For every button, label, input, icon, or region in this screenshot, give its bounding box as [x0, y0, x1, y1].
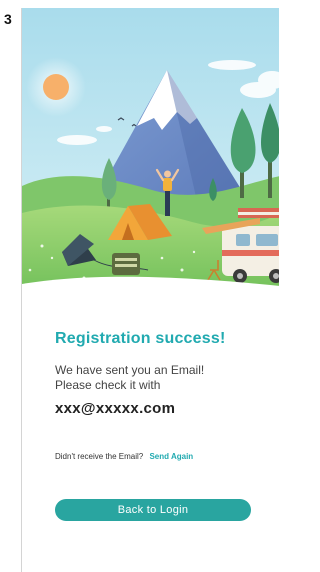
email-address: xxx@xxxxx.com — [55, 400, 176, 417]
success-title: Registration success! — [55, 330, 226, 347]
step-number: 3 — [4, 11, 12, 27]
registration-success-screen: Registration success! We have sent you a… — [21, 8, 279, 572]
resend-row: Didn't receive the Email? Send Again — [55, 452, 193, 461]
message-line-1: We have sent you an Email! — [55, 363, 205, 377]
resend-prompt: Didn't receive the Email? — [55, 452, 144, 461]
email-sent-message: We have sent you an Email! Please check … — [55, 363, 270, 393]
hero-illustration — [22, 8, 279, 298]
message-line-2: Please check it with — [55, 378, 161, 392]
back-to-login-button[interactable]: Back to Login — [55, 499, 251, 521]
send-again-link[interactable]: Send Again — [149, 452, 193, 461]
